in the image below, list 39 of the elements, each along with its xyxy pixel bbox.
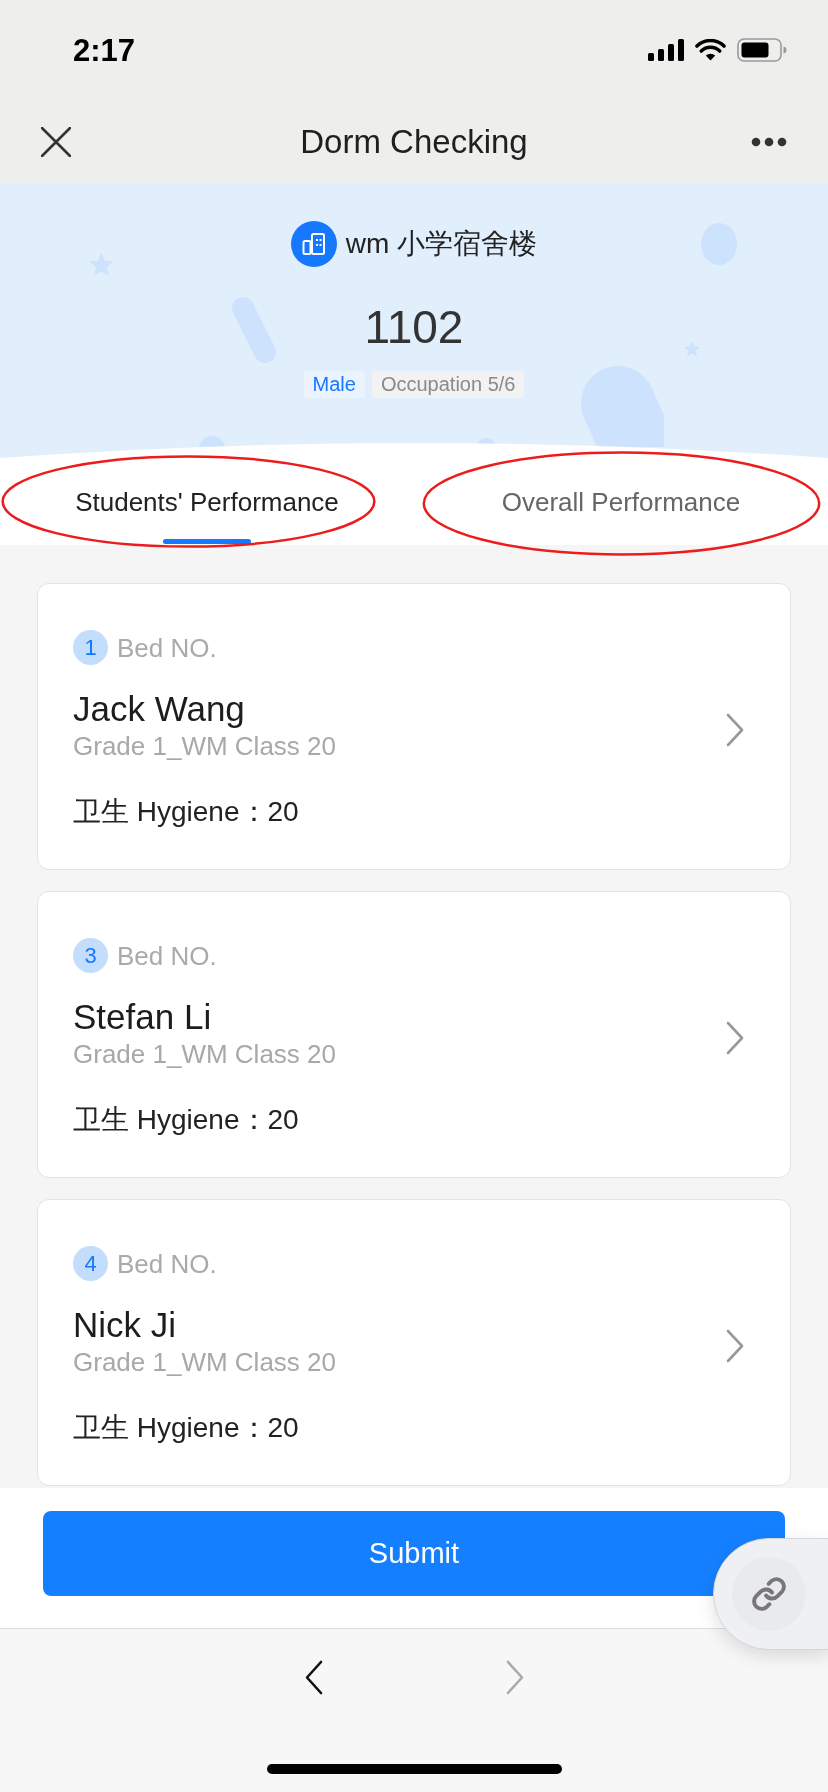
occupancy-tag: Occupation 5/6 xyxy=(371,371,525,398)
tab[interactable]: Overall Performance xyxy=(414,460,828,545)
bed-number-badge: 1 xyxy=(73,630,108,665)
page-title: Dorm Checking xyxy=(300,125,528,158)
wifi-icon xyxy=(695,39,726,61)
hygiene-score: 卫生 Hygiene：20 xyxy=(73,1411,299,1445)
close-button[interactable] xyxy=(41,126,71,157)
submit-button[interactable]: Submit xyxy=(43,1511,785,1596)
building-icon xyxy=(290,221,337,267)
battery-icon xyxy=(737,38,787,62)
student-card[interactable]: 4 Bed NO. Nick Ji Grade 1_WM Class 20 卫生 Hygiene：20 xyxy=(37,1199,791,1486)
student-name: Jack Wang xyxy=(73,688,245,730)
status-time: 2:17 xyxy=(73,34,136,66)
room-number: 1102 xyxy=(364,301,464,353)
tab[interactable]: Students' Performance xyxy=(0,460,414,545)
link-float-button[interactable] xyxy=(713,1538,828,1650)
building-name: wm 小学宿舍楼 xyxy=(345,230,538,258)
more-button[interactable] xyxy=(751,136,787,147)
bed-number-badge: 4 xyxy=(73,1246,108,1281)
back-button[interactable] xyxy=(304,1660,323,1695)
student-name: Nick Ji xyxy=(73,1304,177,1346)
student-card[interactable]: 1 Bed NO. Jack Wang Grade 1_WM Class 20 卫生 Hygiene：20 xyxy=(37,583,791,870)
chevron-right-icon xyxy=(726,1328,744,1363)
bed-number-badge: 3 xyxy=(73,938,108,973)
student-class: Grade 1_WM Class 20 xyxy=(73,1347,336,1377)
bed-label: Bed NO. xyxy=(117,634,217,661)
bed-label: Bed NO. xyxy=(117,1250,217,1277)
student-card[interactable]: 3 Bed NO. Stefan Li Grade 1_WM Class 20 卫生 Hygiene：20 xyxy=(37,891,791,1178)
hygiene-score: 卫生 Hygiene：20 xyxy=(73,795,299,829)
chevron-right-icon xyxy=(726,712,744,747)
student-class: Grade 1_WM Class 20 xyxy=(73,1039,336,1069)
chevron-right-icon xyxy=(726,1020,744,1055)
student-class: Grade 1_WM Class 20 xyxy=(73,731,336,761)
gender-tag: Male xyxy=(303,371,365,398)
pill-decoration-icon xyxy=(580,365,664,447)
student-name: Stefan Li xyxy=(73,996,212,1038)
hygiene-score: 卫生 Hygiene：20 xyxy=(73,1103,299,1137)
bed-label: Bed NO. xyxy=(117,942,217,969)
signal-icon xyxy=(648,39,684,61)
